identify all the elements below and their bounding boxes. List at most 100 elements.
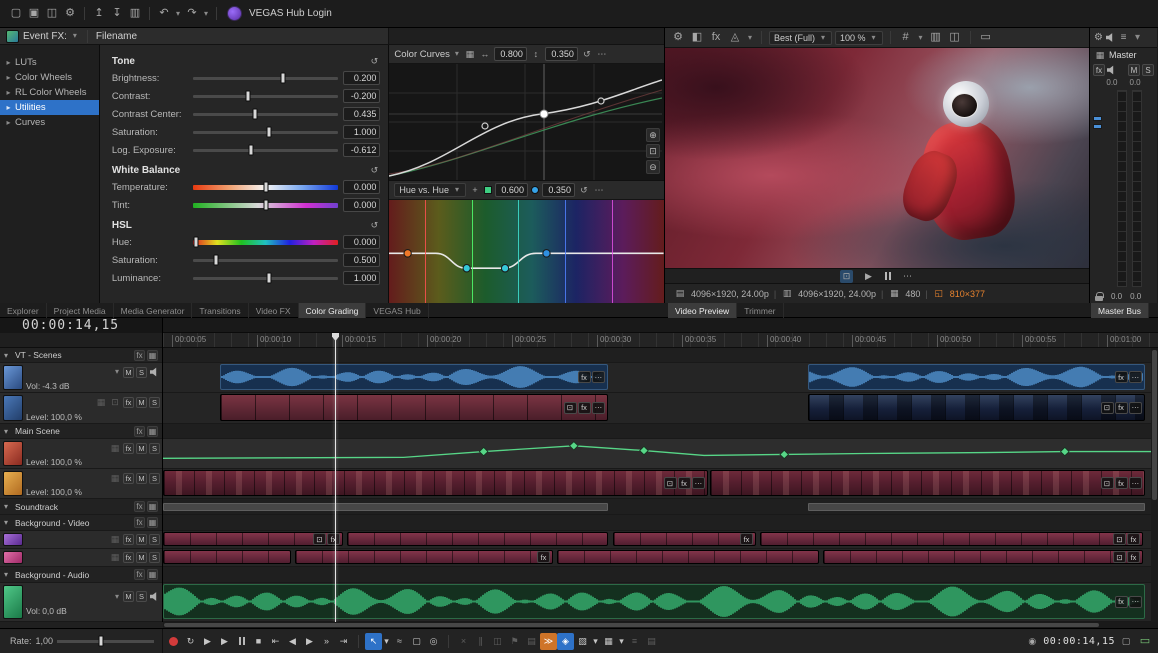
reset-icon[interactable]: ↺	[368, 53, 380, 69]
event-fx-button[interactable]: fx	[1115, 596, 1128, 608]
event-fx-button[interactable]: fx	[578, 402, 591, 414]
fader-handle[interactable]	[1093, 124, 1102, 129]
tab-master-bus[interactable]: Master Bus	[1091, 303, 1149, 318]
video-event[interactable]: ⊡fx⋯	[220, 394, 608, 421]
curve-zoom-fit-button[interactable]: ⊡	[646, 144, 660, 158]
track-header-main-video-1[interactable]: ▦ fx M S Level:100,0 %	[0, 439, 162, 469]
cursor-position-timecode[interactable]: 00:00:14,15	[1043, 636, 1115, 647]
master-fx-button[interactable]: fx	[1093, 64, 1105, 76]
curves-more-icon[interactable]: ⋯	[596, 46, 608, 62]
track-header-vt-video[interactable]: ▦ ⊡ fx M S Level:100,0 %	[0, 393, 162, 424]
compositing-icon[interactable]: ▦	[95, 395, 107, 411]
snap-toggle-button[interactable]: ∥	[472, 633, 489, 650]
copy-frame-icon[interactable]: ▥	[928, 30, 944, 46]
mixer-icon[interactable]: ≡	[1117, 30, 1130, 46]
collapse-icon[interactable]: ▾	[4, 351, 12, 360]
group-bus-icon[interactable]: ▦	[147, 569, 158, 580]
event-more-button[interactable]: ⋯	[692, 477, 706, 489]
event-fx-button[interactable]: fx	[740, 533, 753, 545]
hsl-saturation-value[interactable]: 0.500	[343, 253, 380, 267]
solo-button[interactable]: S	[149, 473, 160, 484]
contrast-value[interactable]: -0.200	[343, 89, 380, 103]
normal-edit-tool-button[interactable]: ↖	[365, 633, 382, 650]
event-fx-button[interactable]: fx	[537, 551, 550, 563]
timeline-timecode-display[interactable]: 00:00:14,15	[0, 318, 163, 333]
preview-split-quality-icon[interactable]: ⊡	[840, 270, 853, 283]
insert-marker-button[interactable]: ⚑	[506, 633, 523, 650]
event-crop-button[interactable]: ⊡	[1101, 477, 1114, 489]
brightness-value[interactable]: 0.200	[343, 71, 380, 85]
curve-x-value[interactable]: 0.800	[494, 47, 527, 61]
event-crop-button[interactable]: ⊡	[664, 477, 677, 489]
pick-target-icon[interactable]: +	[469, 182, 481, 198]
volume-envelope[interactable]	[163, 439, 1158, 468]
video-preview-display[interactable]	[665, 48, 1089, 268]
track-fx-button[interactable]: fx	[123, 473, 134, 484]
loop-region-icon[interactable]: ▢	[1120, 633, 1132, 649]
brightness-slider[interactable]	[193, 77, 339, 80]
tab-project-media[interactable]: Project Media	[47, 303, 114, 318]
temperature-value[interactable]: 0.000	[343, 180, 380, 194]
track-header-vt-audio[interactable]: ▾ M S Vol:-4.3 dB	[0, 363, 162, 393]
video-event[interactable]: ⊡fx⋯	[808, 394, 1145, 421]
master-mute-speaker-icon[interactable]	[1107, 65, 1117, 75]
hub-login-button[interactable]: VEGAS Hub Login	[249, 8, 332, 19]
clear-selection-button[interactable]: ×	[455, 633, 472, 650]
play-from-start-button[interactable]: ▶	[199, 633, 216, 650]
master-faders[interactable]	[1093, 116, 1102, 129]
audio-event[interactable]: fx⋯	[808, 364, 1145, 390]
hue-mode-dropdown[interactable]: Hue vs. Hue▾	[394, 183, 466, 197]
project-properties-icon[interactable]: ⚙	[62, 6, 78, 22]
track-caret-icon[interactable]: ▾	[113, 364, 121, 380]
speaker-icon[interactable]	[150, 592, 160, 602]
master-gear-icon[interactable]: ⚙	[1092, 30, 1105, 46]
group-fx-icon[interactable]: fx	[134, 426, 145, 437]
lock-envelopes-button[interactable]: ◈	[557, 633, 574, 650]
hue-reset-icon[interactable]: ↺	[578, 182, 590, 198]
tab-video-fx[interactable]: Video FX	[249, 303, 299, 318]
mute-button[interactable]: M	[136, 534, 147, 545]
video-event[interactable]: fx	[295, 550, 553, 564]
group-bus-icon[interactable]: ▦	[147, 426, 158, 437]
lock-icon[interactable]	[1095, 292, 1103, 301]
track-param-value[interactable]: -4.3 dB	[42, 381, 69, 391]
mask-icon[interactable]: ◬	[727, 30, 743, 46]
collapse-icon[interactable]: ▾	[4, 570, 12, 579]
solo-button[interactable]: S	[149, 397, 160, 408]
fx-nav-utilities[interactable]: ▸Utilities	[0, 100, 99, 115]
envelope-edit-tool-button[interactable]: ≈	[391, 633, 408, 650]
track-group-background-audio[interactable]: ▾ Background - Audio fx▦	[0, 567, 162, 583]
collapse-icon[interactable]: ▾	[4, 518, 12, 527]
track-group-vt-scenes[interactable]: ▾ VT - Scenes fx▦	[0, 348, 162, 363]
pause-button[interactable]	[233, 633, 250, 650]
marker-list-button[interactable]: ▤	[523, 633, 540, 650]
render-icon[interactable]: ↧	[109, 6, 125, 22]
grid-overlay-icon[interactable]: #	[898, 30, 914, 46]
color-curve-editor[interactable]: ⊕ ⊡ ⊖	[389, 64, 664, 181]
selection-edit-tool-button[interactable]: ▢	[408, 633, 425, 650]
compositing-icon[interactable]: ▦	[109, 532, 121, 548]
hue-value[interactable]: 0.000	[343, 235, 380, 249]
compositing-icon[interactable]: ▦	[109, 440, 121, 456]
event-more-button[interactable]: ⋯	[1129, 596, 1143, 608]
group-fx-icon[interactable]: fx	[134, 350, 145, 361]
solo-button[interactable]: S	[149, 534, 160, 545]
track-param-value[interactable]: 100,0 %	[51, 487, 82, 497]
hue-slider[interactable]	[193, 240, 339, 245]
event-crop-button[interactable]: ⊡	[1113, 533, 1126, 545]
external-monitor-toggle-icon[interactable]: ▭	[1137, 633, 1153, 649]
event-tools-caret-icon[interactable]: ▾	[617, 633, 626, 650]
tint-value[interactable]: 0.000	[343, 198, 380, 212]
fader-handle[interactable]	[1093, 116, 1102, 121]
split-screen-icon[interactable]: ◧	[689, 30, 705, 46]
solo-button[interactable]: S	[136, 367, 147, 378]
track-fx-button[interactable]: fx	[123, 534, 134, 545]
tab-video-preview[interactable]: Video Preview	[668, 303, 737, 318]
luminance-slider[interactable]	[193, 277, 339, 280]
track-group-main-scene[interactable]: ▾ Main Scene fx▦	[0, 424, 162, 439]
go-to-end-button[interactable]: ⇥	[335, 633, 352, 650]
hue-more-icon[interactable]: ⋯	[593, 182, 605, 198]
track-group-soundtrack[interactable]: ▾ Soundtrack fx▦	[0, 499, 162, 515]
video-event[interactable]: ⊡fx	[163, 532, 343, 546]
group-bus-icon[interactable]: ▦	[147, 350, 158, 361]
